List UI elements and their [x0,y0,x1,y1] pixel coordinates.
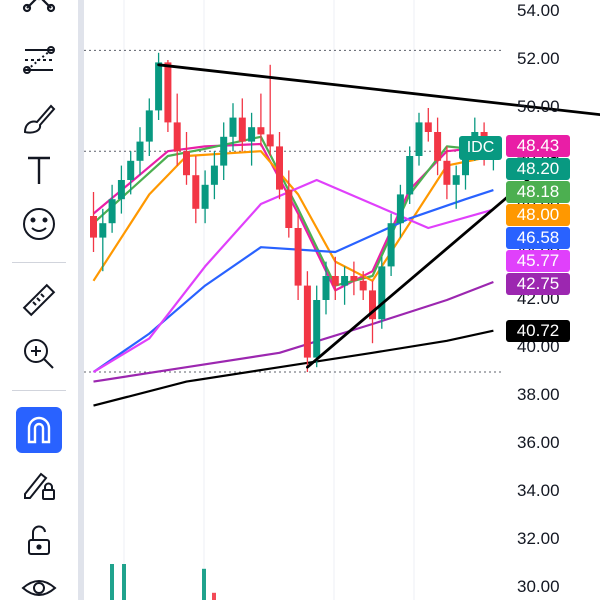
ruler-tool[interactable] [13,278,65,322]
candle-body [415,122,423,156]
price-axis-tick: 50.00 [517,97,560,116]
candle-body [396,194,404,224]
price-tag: 45.77 [506,249,570,272]
unlock-icon [28,525,50,555]
candle-body [443,160,451,185]
volume-bar [110,564,114,600]
volume-bar [122,564,126,600]
text-tool[interactable] [13,148,65,192]
candle-body [201,184,209,209]
candle-body [155,62,163,111]
candle-body [452,175,460,185]
fib-retracement-tool[interactable] [13,38,65,82]
symbol-tag: IDC [459,136,502,160]
lock-drawing-icon [24,472,55,500]
magnet-tool[interactable] [16,407,62,453]
zoom-in-tool[interactable] [13,332,65,376]
moving-average-line [93,329,494,407]
candle-body [127,160,135,180]
candle-body [285,189,293,228]
ruler-icon [22,283,56,317]
moving-average-line [92,142,494,292]
candle-body [341,276,349,286]
price-axis-tick: 54.00 [517,1,560,20]
price-axis-tick: 32.00 [517,529,560,548]
candle-body [238,117,246,142]
magnet-icon [27,416,51,444]
candle-body [117,180,125,200]
toolbar-separator [12,262,66,263]
candle-body [359,280,367,291]
fib-retracement-icon [23,46,55,74]
candle-body [164,62,172,123]
emoji-icon [23,208,55,240]
candle-body [248,127,256,142]
unlock-tool[interactable] [13,518,65,562]
price-axis-tick: 52.00 [517,49,560,68]
price-axis-tick: 34.00 [517,481,560,500]
candle-body [99,223,107,238]
price-tag: 40.72 [506,319,570,342]
volume-bar [202,568,206,600]
candle-body [90,216,97,238]
candle-body [322,276,330,300]
price-axis-tick: 36.00 [517,433,560,452]
brush-tool[interactable] [13,96,65,140]
zoom-in-icon [24,339,54,369]
price-tag: 48.18 [506,180,570,203]
price-tag: 48.20 [506,157,570,180]
candle-body [424,122,432,132]
price-axis-tick: 30.00 [517,577,560,596]
candle-body [108,199,116,224]
text-tool-icon [28,156,50,184]
candle-body [378,266,386,320]
candle-body [294,228,302,286]
eye-tool[interactable] [13,566,65,610]
candle-body [257,127,265,135]
emoji-tool[interactable] [13,202,65,246]
price-tag: 48.00 [506,203,570,226]
pattern-tool[interactable] [13,0,65,32]
candle-body [434,132,442,161]
price-tag: 42.75 [506,272,570,295]
moving-average-line [92,189,494,373]
candle-body [387,223,395,267]
candle-body [350,276,358,281]
price-tag: 46.58 [506,226,570,249]
candle-body [220,136,228,166]
price-tag: 48.43 [506,134,570,157]
candle-body [303,285,311,358]
eye-icon [21,580,57,596]
candle-body [145,110,153,142]
candle-body [229,117,237,137]
candle-body [313,300,321,358]
price-axis-tick: 38.00 [517,385,560,404]
candle-body [210,165,218,185]
candle-body [183,151,190,176]
toolbar-separator [12,390,66,391]
candle-body [192,175,200,209]
volume-bar [212,592,216,600]
candle-body [173,122,181,152]
drawing-toolbar [0,0,78,600]
pattern-icon [22,0,56,13]
candle-body [406,156,414,195]
candle-body [276,146,283,190]
candle-body [136,141,144,161]
lock-drawing-tool[interactable] [13,462,65,506]
candle-body [331,276,339,286]
candle-body [266,134,274,147]
brush-icon [23,104,56,134]
